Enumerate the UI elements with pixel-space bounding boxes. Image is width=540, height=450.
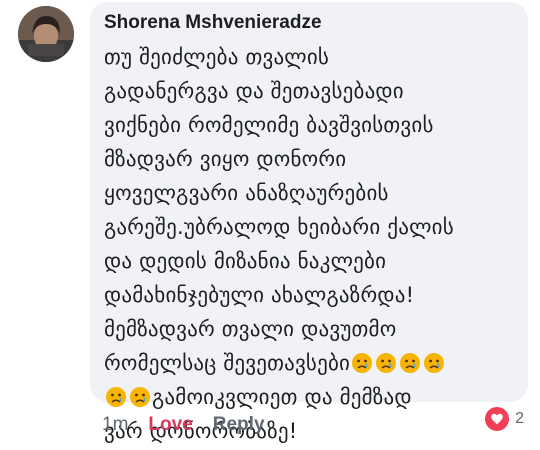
comment-bubble: Shorena Mshvenieradze თუ შეიძლება თვალის… bbox=[90, 2, 528, 443]
avatar-photo bbox=[18, 6, 74, 62]
comment-text: თუ შეიძლება თვალის გადანერგვა და შეთავსე… bbox=[104, 40, 516, 448]
comment-line: თუ შეიძლება თვალის bbox=[104, 45, 330, 69]
reaction-summary[interactable]: 2 bbox=[483, 405, 524, 433]
comment-timestamp[interactable]: 1m bbox=[102, 414, 128, 436]
crying-face-icon bbox=[424, 353, 445, 373]
comment-author[interactable]: Shorena Mshvenieradze bbox=[104, 12, 516, 34]
comment-actions: 1m Love Reply bbox=[102, 414, 265, 436]
crying-face-icon bbox=[376, 353, 397, 373]
comment-line: ყოველგვარი ანაზღაურების bbox=[104, 181, 389, 205]
comment-line: გარეშე.უბრალოდ ხეიბარი ქალის bbox=[104, 215, 454, 239]
heart-icon bbox=[483, 405, 512, 433]
avatar[interactable] bbox=[18, 6, 74, 62]
comment-line: გადანერგვა და შეთავსებადი bbox=[104, 79, 404, 103]
crying-face-icon bbox=[106, 387, 126, 407]
crying-face-icon bbox=[130, 387, 150, 407]
comment-line: მზადვარ ვიყო დონორი bbox=[104, 147, 347, 171]
comment-line: მემზადვარ თვალი დავუთმო bbox=[104, 317, 397, 341]
crying-face-icon bbox=[352, 353, 373, 373]
reply-button[interactable]: Reply bbox=[213, 414, 265, 436]
crying-face-icon bbox=[400, 353, 421, 373]
comment-line: და დედის მიზანია ნაკლები bbox=[104, 249, 387, 273]
comment-line: რომელსაც შევეთავსები bbox=[104, 351, 351, 375]
comment-line: დამახინჯებული ახალგაზრდა! bbox=[104, 283, 415, 307]
comment-line: გამოიკვლიეთ და მემზად bbox=[152, 385, 412, 409]
reaction-count: 2 bbox=[515, 410, 524, 427]
comment-line: ვიქნები რომელიმე ბავშვისთვის bbox=[104, 113, 434, 137]
love-button[interactable]: Love bbox=[148, 414, 192, 436]
